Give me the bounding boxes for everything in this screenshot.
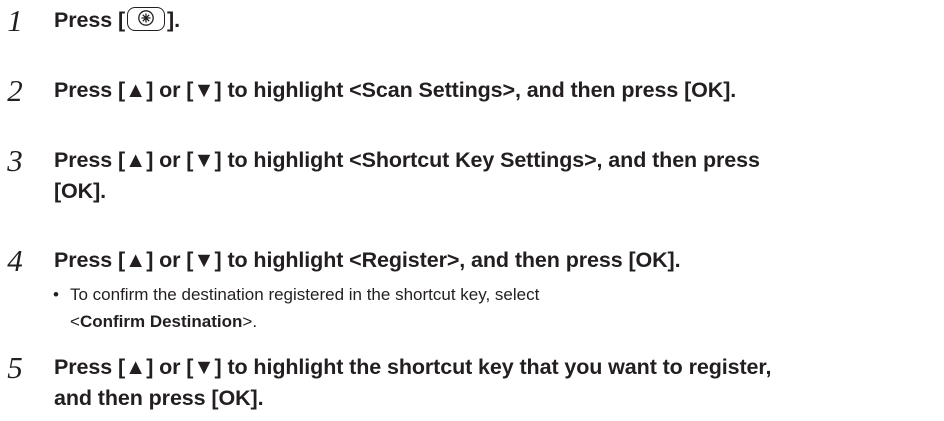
- step-number: 5: [7, 350, 23, 385]
- note-line: To confirm the destination registered in…: [70, 285, 540, 304]
- step-number: 4: [7, 243, 23, 278]
- note-open: <: [70, 312, 80, 331]
- step-text-before: Press [: [54, 8, 126, 32]
- step-text-line: Press [▲] or [▼] to highlight the shortc…: [54, 355, 772, 379]
- bullet: •: [53, 285, 59, 304]
- step-text: Press [].: [54, 5, 934, 36]
- step-text: Press [▲] or [▼] to highlight <Scan Sett…: [54, 78, 737, 102]
- step-number: 3: [7, 143, 23, 178]
- confirm-destination-label: Confirm Destination: [79, 312, 243, 331]
- step-text-line: and then press [OK].: [54, 386, 264, 410]
- step-text: Press [▲] or [▼] to highlight <Register>…: [54, 248, 681, 272]
- step-text: Press [▲] or [▼] to highlight <Shortcut …: [54, 145, 934, 207]
- step-text-line: [OK].: [54, 179, 107, 203]
- settings-menu-key-icon: [127, 7, 166, 32]
- step-4-note: • To confirm the destination registered …: [53, 281, 890, 335]
- step-text-line: Press [▲] or [▼] to highlight <Shortcut …: [54, 148, 760, 172]
- step-number: 1: [7, 3, 23, 38]
- step-number: 2: [7, 73, 23, 108]
- note-line: <Confirm Destination>.: [70, 308, 890, 335]
- step-text: Press [▲] or [▼] to highlight the shortc…: [54, 352, 934, 414]
- note-close: >.: [242, 312, 258, 331]
- step-text-after: ].: [167, 8, 180, 32]
